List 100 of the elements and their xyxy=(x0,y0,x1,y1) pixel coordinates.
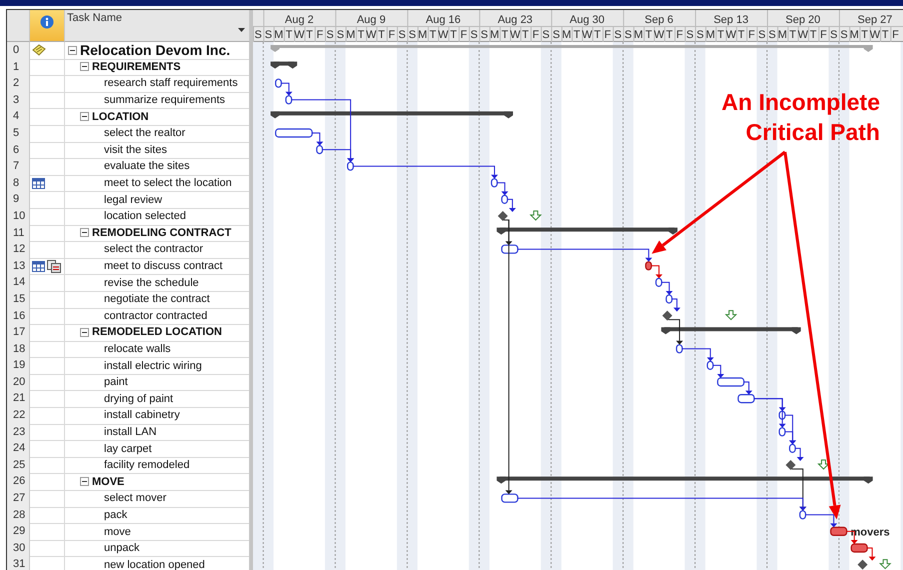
task-bar[interactable] xyxy=(346,162,354,171)
task-bar[interactable] xyxy=(799,510,806,520)
day-label: S xyxy=(408,29,416,41)
task-bar[interactable] xyxy=(738,394,755,404)
day-label: T xyxy=(666,29,673,41)
day-label: S xyxy=(614,29,622,41)
task-name: select the realtor xyxy=(104,127,186,140)
task-bar[interactable] xyxy=(676,344,683,354)
indicator-header[interactable] xyxy=(30,10,65,42)
day-label: F xyxy=(316,29,324,41)
task-name: drying of paint xyxy=(104,392,174,405)
task-bar[interactable] xyxy=(501,244,518,254)
collapse-icon[interactable] xyxy=(80,477,89,486)
indicator-cell xyxy=(30,506,65,524)
task-bar[interactable] xyxy=(275,78,282,88)
summary-bar[interactable] xyxy=(270,62,298,69)
summary-bar[interactable] xyxy=(496,476,873,484)
critical-task-bar[interactable] xyxy=(830,526,848,536)
day-label: W xyxy=(654,29,664,41)
day-label: S xyxy=(398,29,406,41)
task-name: select mover xyxy=(104,492,166,504)
indicator-cell xyxy=(30,290,65,308)
day-label: S xyxy=(768,29,776,41)
day-label: T xyxy=(810,29,817,41)
task-name: visit the sites xyxy=(104,144,167,156)
day-label: T xyxy=(789,29,796,41)
task-bar[interactable] xyxy=(285,95,292,104)
indicator-cell xyxy=(30,142,65,160)
day-label: M xyxy=(490,29,500,41)
task-name: move xyxy=(104,526,131,538)
milestone-marker[interactable] xyxy=(858,560,868,570)
collapse-icon[interactable] xyxy=(80,112,89,122)
task-name: new location opened xyxy=(104,558,205,570)
task-bar[interactable] xyxy=(275,128,313,138)
indicator-cell xyxy=(30,374,65,392)
day-label: T xyxy=(738,29,745,41)
dropdown-caret-icon[interactable] xyxy=(238,28,245,32)
day-label: S xyxy=(696,29,704,41)
task-bar[interactable] xyxy=(666,294,672,304)
row-number: 2 xyxy=(7,75,30,93)
indicator-cell xyxy=(30,75,65,93)
milestone-marker[interactable] xyxy=(662,310,672,321)
critical-task-bar[interactable] xyxy=(850,543,868,553)
task-name: relocate walls xyxy=(104,342,171,355)
task-bar[interactable] xyxy=(789,444,796,453)
indicator-cell xyxy=(30,407,65,425)
day-label: M xyxy=(418,29,428,41)
day-label: S xyxy=(254,29,262,41)
day-label: F xyxy=(532,29,540,41)
indicator-cell xyxy=(30,124,65,143)
row-number: 7 xyxy=(7,158,30,176)
summary-bar[interactable] xyxy=(496,228,678,235)
task-name: legal review xyxy=(104,194,162,206)
week-label: Aug 30 xyxy=(570,14,605,26)
row-number: 22 xyxy=(7,407,30,425)
indicator-cell xyxy=(30,324,65,342)
task-name: evaluate the sites xyxy=(104,160,190,172)
task-name: unpack xyxy=(104,542,140,554)
task-bar[interactable] xyxy=(778,427,786,436)
row-number: 0 xyxy=(7,42,30,60)
row-number: 26 xyxy=(7,473,30,492)
day-label: W xyxy=(870,29,880,41)
task-bar[interactable] xyxy=(490,178,498,188)
task-name: pack xyxy=(104,508,128,521)
day-label: T xyxy=(717,29,724,41)
row-number: 9 xyxy=(7,191,30,209)
week-label: Sep 13 xyxy=(714,14,748,26)
day-label: M xyxy=(850,29,859,41)
day-label: F xyxy=(820,29,827,41)
header-cell xyxy=(7,10,30,42)
task-name: paint xyxy=(104,376,128,388)
collapse-icon[interactable] xyxy=(80,228,89,238)
task-bar[interactable] xyxy=(501,494,518,503)
summary-bar[interactable] xyxy=(661,327,801,334)
row-number: 5 xyxy=(7,124,30,143)
indicator-cell xyxy=(30,340,65,358)
task-bar[interactable] xyxy=(717,377,744,387)
day-label: T xyxy=(450,29,457,41)
task-bar[interactable] xyxy=(655,278,662,287)
milestone-marker[interactable] xyxy=(786,460,796,470)
indicator-cell xyxy=(30,208,65,226)
task-bar[interactable] xyxy=(778,410,786,420)
collapse-icon[interactable] xyxy=(68,46,77,55)
day-label: F xyxy=(388,29,396,41)
day-label: T xyxy=(502,29,508,41)
row-number: 31 xyxy=(7,556,30,570)
day-label: M xyxy=(346,29,356,41)
day-label: M xyxy=(562,29,572,41)
task-name: install LAN xyxy=(104,426,157,438)
collapse-icon[interactable] xyxy=(80,328,89,337)
task-bar[interactable] xyxy=(316,145,323,154)
task-bar[interactable] xyxy=(501,194,508,204)
indicator-cell xyxy=(30,456,65,474)
summary-bar[interactable] xyxy=(270,111,513,118)
row-number: 12 xyxy=(7,241,30,259)
task-bar[interactable] xyxy=(706,360,714,370)
collapse-icon[interactable] xyxy=(80,62,89,72)
day-label: S xyxy=(542,29,550,41)
milestone-marker[interactable] xyxy=(498,211,508,221)
critical-task-bar[interactable] xyxy=(645,261,652,270)
